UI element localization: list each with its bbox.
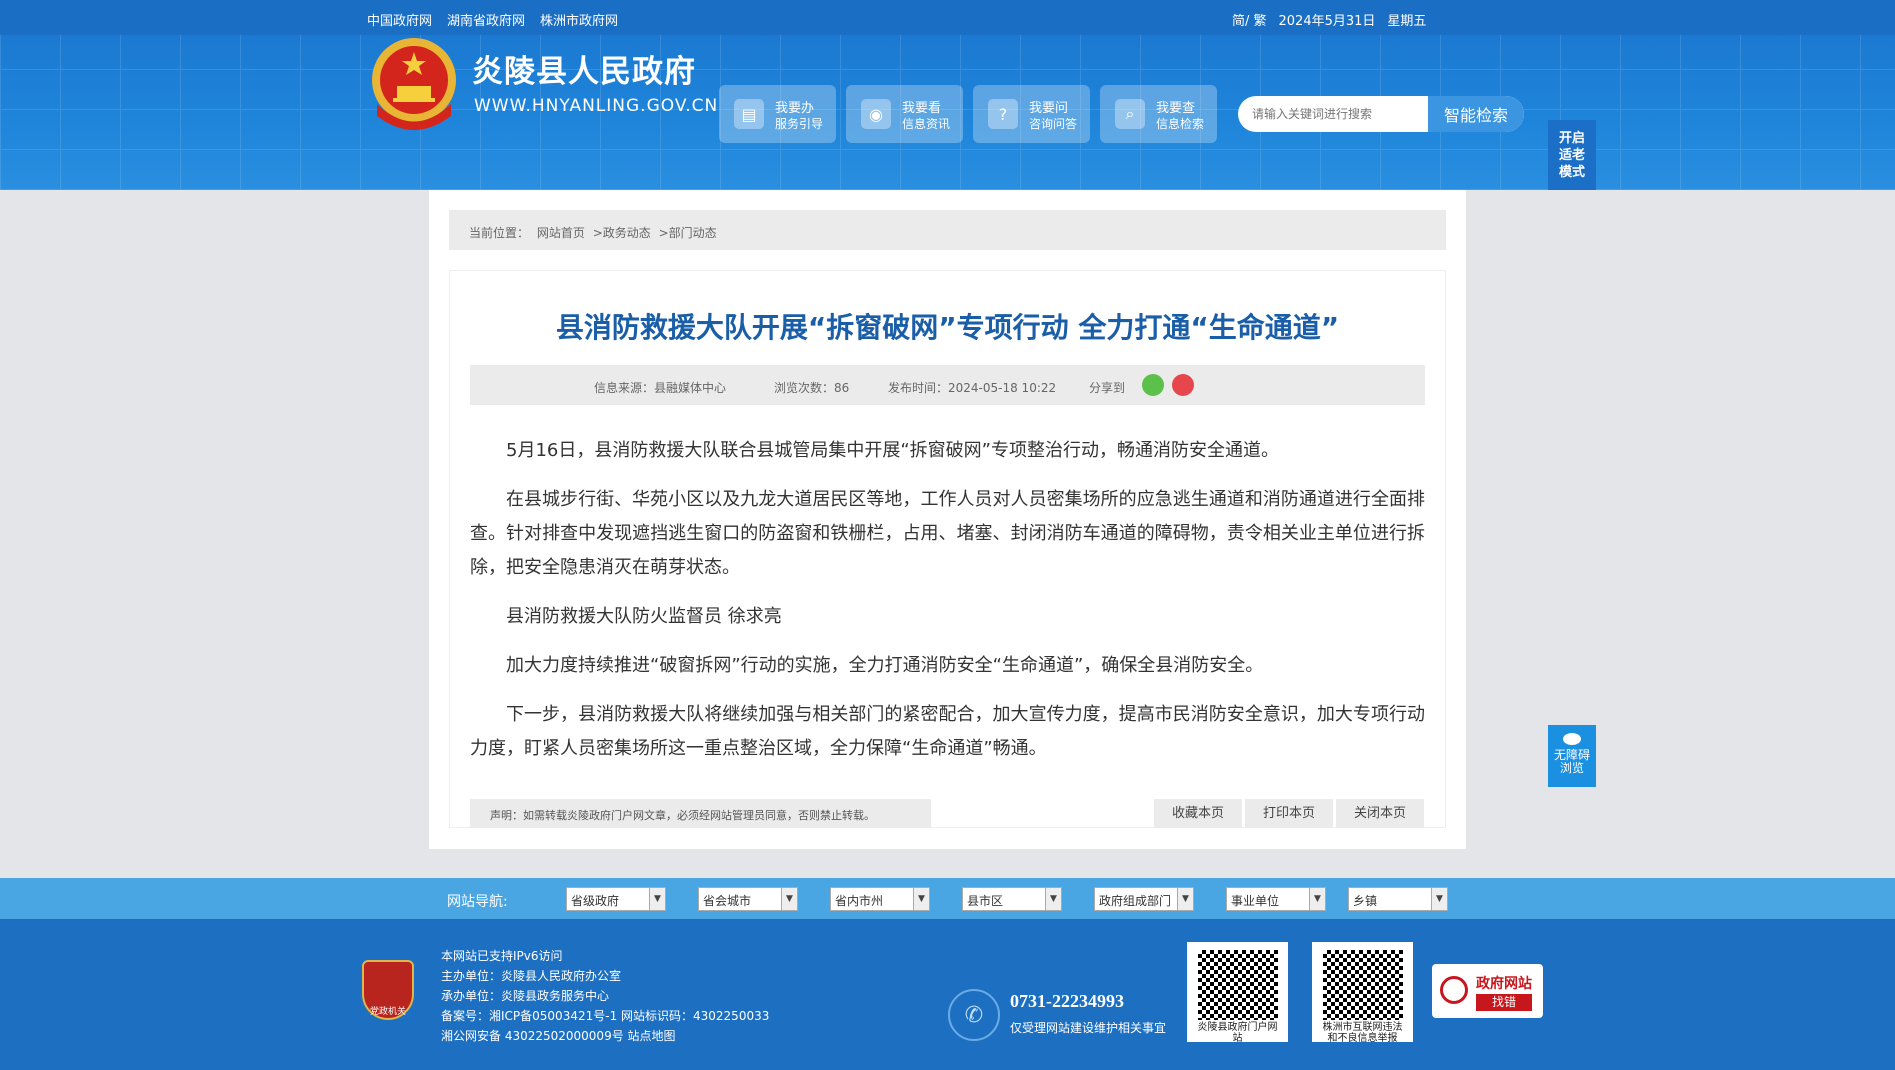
breadcrumb-prefix: 当前位置： <box>469 226 530 240</box>
weekday-text: 星期五 <box>1387 14 1427 29</box>
qr-code-report: 株洲市互联网违法和不良信息举报 <box>1312 942 1413 1044</box>
qr-code-icon <box>1197 950 1278 1020</box>
select-provincial-gov[interactable]: 省级政府 ▼ <box>566 887 666 911</box>
chevron-down-icon: ▼ <box>1177 888 1193 910</box>
party-gov-badge-icon[interactable]: 党政机关 <box>362 960 414 1020</box>
search-box: 智能检索 <box>1238 96 1524 132</box>
site-domain: WWW.HNYANLING.GOV.CN <box>474 96 719 116</box>
site-nav-label: 网站导航: <box>447 894 508 910</box>
print-page-button[interactable]: 打印本页 <box>1245 799 1333 828</box>
article-title: 县消防救援大队开展“拆窗破网”专项行动 全力打通“生命通道” <box>555 311 1340 344</box>
search-input[interactable] <box>1238 96 1428 132</box>
select-gov-departments[interactable]: 政府组成部门 ▼ <box>1094 887 1194 911</box>
eye-icon <box>1563 733 1581 745</box>
contact-phone: 0731-22234993 <box>1010 991 1124 1011</box>
close-page-button[interactable]: 关闭本页 <box>1336 799 1424 828</box>
select-institutions[interactable]: 事业单位 ▼ <box>1226 887 1326 911</box>
qr-code-icon <box>1322 950 1403 1020</box>
chevron-down-icon: ▼ <box>649 888 665 910</box>
article-paragraph: 加大力度持续推进“破窗拆网”行动的实施，全力打通消防安全“生命通道”，确保全县消… <box>506 655 1264 676</box>
chevron-down-icon: ▼ <box>913 888 929 910</box>
date-text: 2024年5月31日 <box>1278 14 1376 29</box>
chevron-down-icon: ▼ <box>1309 888 1325 910</box>
site-title: 炎陵县人民政府 <box>472 54 696 90</box>
site-nav-bar: 网站导航: 省级政府 ▼ 省会城市 ▼ 省内市州 ▼ 县市区 ▼ 政府组成部门 ▼ 事业单… <box>0 878 1895 919</box>
find-error-button[interactable]: 政府网站 找错 <box>1432 964 1543 1018</box>
share-label: 分享到 <box>1089 381 1126 395</box>
link-hunan-gov[interactable]: 湖南省政府网 <box>447 10 525 29</box>
eye-icon: ◉ <box>861 99 891 129</box>
weibo-share-icon[interactable] <box>1172 374 1194 396</box>
favorite-page-button[interactable]: 收藏本页 <box>1154 799 1242 828</box>
national-emblem-icon <box>372 38 456 130</box>
breadcrumb-gov-news[interactable]: >政务动态 <box>593 226 651 240</box>
chevron-down-icon: ▼ <box>781 888 797 910</box>
chevron-down-icon: ▼ <box>1431 888 1447 910</box>
breadcrumb-dept-news[interactable]: >部门动态 <box>659 226 717 240</box>
phone-icon: ✆ <box>948 989 1000 1041</box>
breadcrumb-home[interactable]: 网站首页 <box>537 226 585 240</box>
info-news-button[interactable]: ◉ 我要看 信息资讯 <box>846 85 963 143</box>
contact-note: 仅受理网站建设维护相关事宜 <box>1010 1021 1167 1035</box>
document-icon: ▤ <box>734 99 764 129</box>
search-icon: ⌕ <box>1115 99 1145 129</box>
accessibility-button[interactable]: 无障碍浏览 <box>1548 725 1596 787</box>
service-guide-button[interactable]: ▤ 我要办 服务引导 <box>719 85 836 143</box>
select-townships[interactable]: 乡镇 ▼ <box>1348 887 1448 911</box>
top-bar: 中国政府网 湖南省政府网 株洲市政府网 简/ 繁 2024年5月31日 星期五 <box>0 0 1895 35</box>
footer-info: 本网站已支持IPv6访问 主办单位：炎陵县人民政府办公室 承办单位：炎陵县政务服… <box>441 949 770 1043</box>
article-paragraph: 下一步，县消防救援大队将继续加强与相关部门的紧密配合，加大宣传力度，提高市民消防… <box>470 704 1425 759</box>
article-views: 浏览次数：86 <box>774 381 850 395</box>
lang-switch[interactable]: 简/ 繁 <box>1232 10 1267 29</box>
article-published: 发布时间：2024-05-18 10:22 <box>888 381 1057 395</box>
link-zhuzhou-gov[interactable]: 株洲市政府网 <box>540 10 618 29</box>
chevron-down-icon: ▼ <box>1045 888 1061 910</box>
wechat-share-icon[interactable] <box>1142 374 1164 396</box>
article-paragraph: 县消防救援大队防火监督员 徐求亮 <box>506 606 782 627</box>
select-counties[interactable]: 县市区 ▼ <box>962 887 1062 911</box>
qr-code-portal: 炎陵县政府门户网站 <box>1187 942 1288 1044</box>
article-source: 信息来源：县融媒体中心 <box>594 381 727 395</box>
breadcrumb: 当前位置： 网站首页 >政务动态 >部门动态 <box>449 210 1446 250</box>
info-search-button[interactable]: ⌕ 我要查 信息检索 <box>1100 85 1217 143</box>
select-capital-cities[interactable]: 省会城市 ▼ <box>698 887 798 911</box>
elder-mode-button[interactable]: 开启适老模式 <box>1548 120 1596 190</box>
select-prefectures[interactable]: 省内市州 ▼ <box>830 887 930 911</box>
question-icon: ? <box>988 99 1018 129</box>
link-central-gov[interactable]: 中国政府网 <box>367 10 432 29</box>
article-body: 5月16日，县消防救援大队联合县城管局集中开展“拆窗破网”专项整治行动，畅通消防… <box>470 434 1425 781</box>
top-right: 简/ 繁 2024年5月31日 星期五 <box>1232 10 1426 29</box>
article-paragraph: 5月16日，县消防救援大队联合县城管局集中开展“拆窗破网”专项整治行动，畅通消防… <box>506 440 1280 461</box>
article-paragraph: 在县城步行街、华苑小区以及九龙大道居民区等地，工作人员对人员密集场所的应急逃生通… <box>470 489 1425 578</box>
top-links: 中国政府网 湖南省政府网 株洲市政府网 <box>367 10 618 29</box>
reprint-statement: 声明：如需转载炎陵政府门户网文章，必须经网站管理员同意，否则禁止转载。 <box>470 799 931 828</box>
article-meta: 信息来源：县融媒体中心 浏览次数：86 发布时间：2024-05-18 10:2… <box>470 365 1425 405</box>
consult-qa-button[interactable]: ? 我要问 咨询问答 <box>973 85 1090 143</box>
magnifier-icon <box>1440 976 1468 1004</box>
footer: 党政机关 本网站已支持IPv6访问 主办单位：炎陵县人民政府办公室 承办单位：炎… <box>0 919 1895 1070</box>
smart-search-button[interactable]: 智能检索 <box>1428 96 1524 132</box>
